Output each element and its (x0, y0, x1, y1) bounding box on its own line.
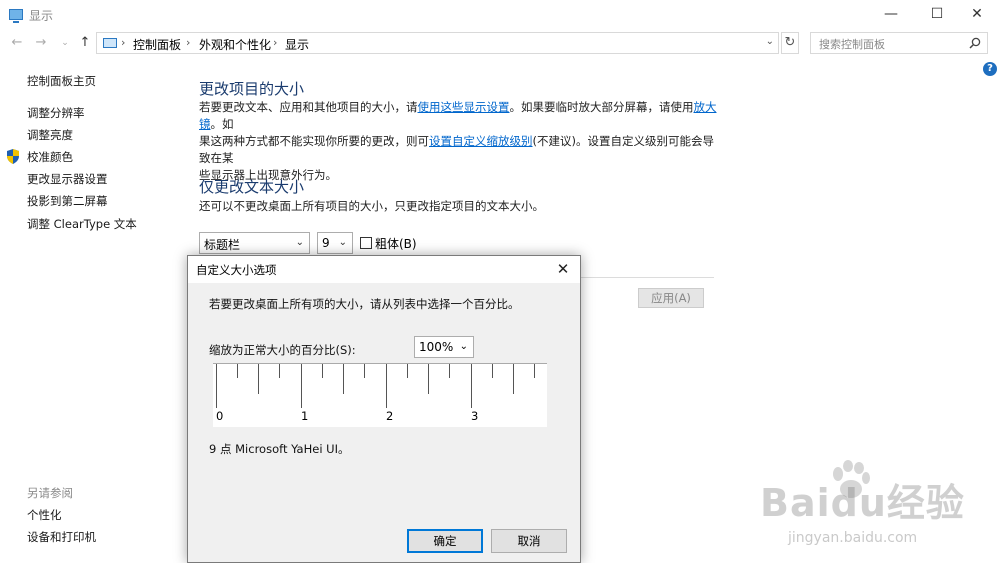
breadcrumb-display[interactable]: 显示 (285, 36, 309, 53)
shield-icon (7, 149, 19, 164)
chevron-down-icon: ⌄ (459, 341, 468, 352)
sidebar-item-cleartype[interactable]: 调整 ClearType 文本 (27, 216, 137, 232)
close-window-button[interactable]: ✕ (954, 0, 1000, 29)
change-size-description: 若要更改文本、应用和其他项目的大小，请使用这些显示设置。如果要临时放大部分屏幕，… (199, 99, 719, 184)
close-icon[interactable]: ✕ (552, 258, 574, 280)
help-icon[interactable]: ? (983, 62, 997, 76)
text-size-description: 还可以不更改桌面上所有项目的大小，只更改指定项目的文本大小。 (199, 199, 544, 213)
section-change-size-title: 更改项目的大小 (199, 80, 305, 98)
scale-label: 缩放为正常大小的百分比(S): (209, 343, 356, 357)
ruler-number: 2 (386, 409, 394, 423)
desc-text: 。如 (210, 117, 234, 131)
ruler-tick (216, 364, 217, 408)
ruler-tick (449, 364, 450, 378)
item-select-value: 标题栏 (204, 238, 241, 252)
window-title: 显示 (29, 9, 54, 23)
watermark-url: jingyan.baidu.com (788, 530, 918, 546)
desc-text: 。如果要临时放大部分屏幕，请使用 (509, 100, 694, 114)
scale-percentage-select[interactable]: 100% ⌄ (414, 336, 474, 358)
search-icon[interactable] (969, 37, 981, 49)
font-size-value: 9 (322, 236, 330, 250)
dialog-instruction: 若要更改桌面上所有项的大小，请从列表中选择一个百分比。 (209, 297, 520, 311)
breadcrumb-appearance[interactable]: 外观和个性化 (199, 36, 271, 53)
custom-scaling-link[interactable]: 设置自定义缩放级别 (429, 134, 533, 148)
sidebar-item-project-second-screen[interactable]: 投影到第二屏幕 (27, 193, 108, 209)
sidebar-item-display-settings[interactable]: 更改显示器设置 (27, 171, 108, 187)
see-also-heading: 另请参阅 (27, 486, 73, 500)
ruler-tick (492, 364, 493, 378)
breadcrumb-separator: › (121, 36, 126, 49)
ruler-tick (428, 364, 429, 394)
ruler-tick (364, 364, 365, 378)
see-also-devices-printers[interactable]: 设备和打印机 (27, 529, 96, 545)
minimize-button[interactable]: — (868, 0, 914, 29)
ruler-tick (513, 364, 514, 394)
search-placeholder: 搜索控制面板 (819, 38, 885, 51)
back-arrow-icon[interactable]: ← (8, 33, 26, 53)
display-app-icon (9, 9, 23, 23)
ruler-tick (343, 364, 344, 394)
sidebar-item-calibrate-color[interactable]: 校准颜色 (27, 149, 73, 165)
window-titlebar: 显示 — ☐ ✕ (0, 0, 1000, 29)
section-text-size-title: 仅更改文本大小 (199, 178, 305, 196)
desc-text: 果这两种方式都不能实现你所要的更改，则可 (199, 134, 429, 148)
ruler-number: 3 (471, 409, 479, 423)
apply-button[interactable]: 应用(A) (638, 288, 704, 308)
navigation-bar: ← → ⌄ ↑ › 控制面板 › 外观和个性化 › 显示 ⌄ ↻ 搜索控制面板 (0, 29, 1000, 57)
address-bar[interactable]: › 控制面板 › 外观和个性化 › 显示 ⌄ (96, 32, 779, 54)
refresh-icon[interactable]: ↻ (781, 32, 799, 54)
baidu-watermark: Baidu经验 jingyan.baidu.com (758, 460, 988, 560)
sidebar-item-resolution[interactable]: 调整分辨率 (27, 105, 85, 121)
desc-text: 若要更改文本、应用和其他项目的大小，请 (199, 100, 418, 114)
breadcrumb-separator: › (273, 36, 278, 49)
recent-chevron-down-icon[interactable]: ⌄ (56, 33, 74, 53)
chevron-down-icon: ⌄ (295, 237, 304, 248)
watermark-brand: Baidu经验 (760, 481, 965, 525)
chevron-down-icon: ⌄ (338, 237, 347, 248)
dialog-titlebar[interactable]: 自定义大小选项 ✕ (188, 256, 580, 283)
scale-value: 100% (419, 340, 454, 354)
ruler-tick (322, 364, 323, 378)
ruler-tick (386, 364, 387, 408)
font-size-select[interactable]: 9 ⌄ (317, 232, 353, 254)
custom-size-dialog: 自定义大小选项 ✕ 若要更改桌面上所有项的大小，请从列表中选择一个百分比。 缩放… (187, 255, 581, 563)
font-info-text: 9 点 Microsoft YaHei UI。 (209, 442, 350, 456)
search-input[interactable]: 搜索控制面板 (810, 32, 988, 54)
ruler-number: 0 (216, 409, 224, 423)
forward-arrow-icon[interactable]: → (32, 33, 50, 53)
ruler-tick (407, 364, 408, 378)
scale-ruler[interactable]: 0 1 2 3 (213, 363, 547, 427)
ruler-tick (237, 364, 238, 378)
address-dropdown-icon[interactable]: ⌄ (766, 36, 774, 47)
display-settings-link[interactable]: 使用这些显示设置 (418, 100, 510, 114)
dialog-title: 自定义大小选项 (196, 263, 277, 277)
bold-label[interactable]: 粗体(B) (375, 235, 417, 252)
bold-checkbox[interactable] (360, 237, 372, 249)
breadcrumb-separator: › (186, 36, 191, 49)
ruler-tick (471, 364, 472, 408)
up-arrow-icon[interactable]: ↑ (76, 33, 94, 53)
ok-button[interactable]: 确定 (407, 529, 483, 553)
sidebar-home-link[interactable]: 控制面板主页 (27, 73, 96, 89)
ruler-number: 1 (301, 409, 309, 423)
control-panel-icon (103, 38, 117, 48)
sidebar-item-brightness[interactable]: 调整亮度 (27, 127, 73, 143)
ruler-tick (301, 364, 302, 408)
ruler-tick (279, 364, 280, 378)
breadcrumb-control-panel[interactable]: 控制面板 (133, 36, 181, 53)
see-also-personalization[interactable]: 个性化 (27, 507, 62, 523)
ruler-tick (534, 364, 535, 378)
ruler-tick (258, 364, 259, 394)
cancel-button[interactable]: 取消 (491, 529, 567, 553)
item-select[interactable]: 标题栏 ⌄ (199, 232, 310, 254)
